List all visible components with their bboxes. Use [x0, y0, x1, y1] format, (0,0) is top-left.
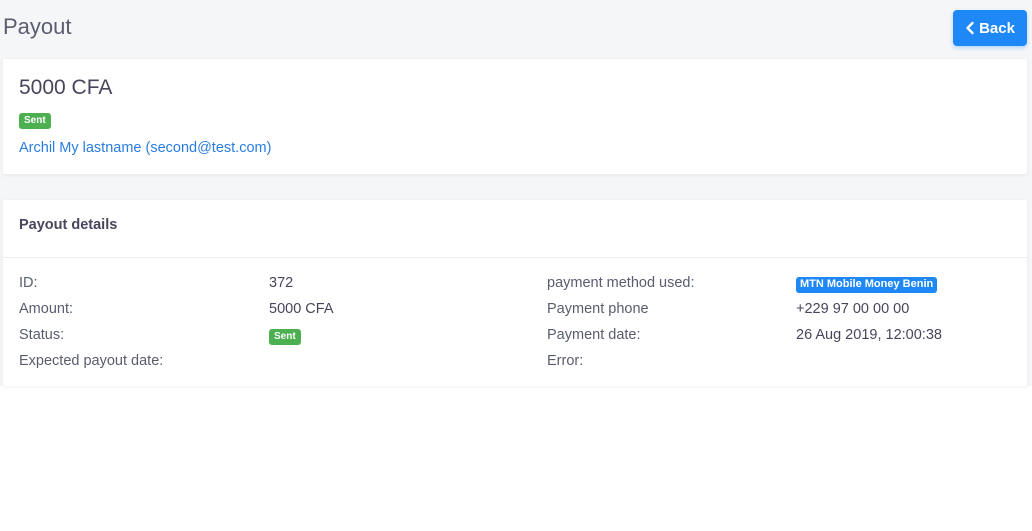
back-button-label: Back [979, 19, 1015, 37]
payout-amount: 5000 CFA [19, 76, 113, 99]
status-badge: Sent [19, 113, 51, 129]
field-label-expected-payout-date: Expected payout date: [19, 353, 164, 369]
field-value-payment-phone: +229 97 00 00 00 [796, 301, 910, 317]
chevron-left-icon [966, 21, 974, 35]
field-label-payment-method: payment method used: [547, 275, 695, 291]
payout-details-card: Payout details ID: 372 Amount: 5000 CFA … [3, 200, 1027, 386]
field-label-id: ID: [19, 275, 38, 291]
status-badge: Sent [269, 329, 301, 345]
field-label-payment-date: Payment date: [547, 327, 641, 343]
user-link[interactable]: Archil My lastname (second@test.com) [19, 140, 271, 156]
field-label-error: Error: [547, 353, 584, 369]
payout-summary-card: 5000 CFA Sent Archil My lastname (second… [3, 59, 1027, 174]
back-button[interactable]: Back [953, 10, 1027, 46]
field-value-payment-date: 26 Aug 2019, 12:00:38 [796, 327, 942, 343]
page-title: Payout [3, 14, 72, 39]
payment-method-badge: MTN Mobile Money Benin [796, 277, 938, 293]
field-label-amount: Amount: [19, 301, 73, 317]
card-title: Payout details [3, 200, 1027, 258]
field-label-status: Status: [19, 327, 65, 343]
page-header: Payout Back [0, 0, 1032, 56]
field-label-payment-phone: Payment phone [547, 301, 649, 317]
field-value-amount: 5000 CFA [269, 301, 334, 317]
field-value-id: 372 [269, 275, 294, 291]
